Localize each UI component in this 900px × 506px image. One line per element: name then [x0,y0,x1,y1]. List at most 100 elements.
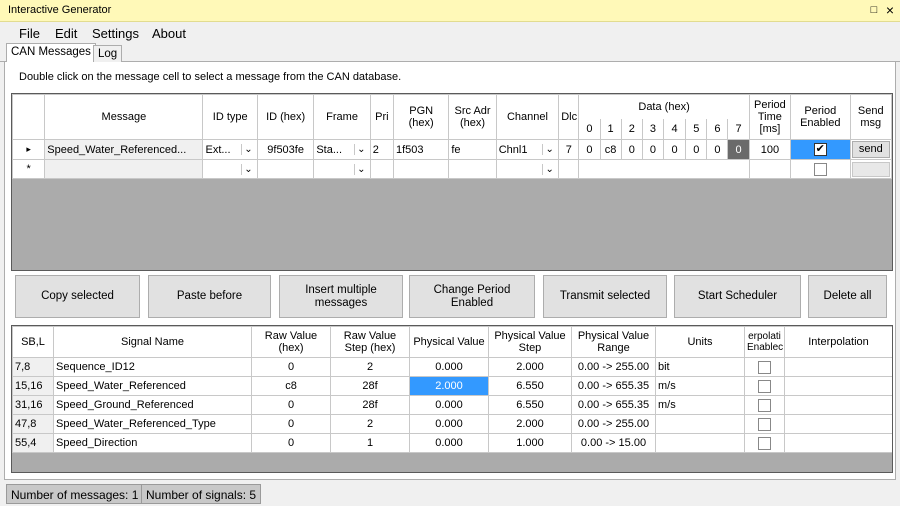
interpolation-enabled-checkbox[interactable] [758,398,771,412]
start-scheduler-button[interactable]: Start Scheduler [674,275,801,318]
chevron-down-icon[interactable]: ⌄ [353,143,368,155]
sbl-cell[interactable]: 15,16 [12,376,54,396]
signal-name-cell[interactable]: Speed_Ground_Referenced [53,395,252,415]
physical-value-range-cell[interactable]: 0.00 -> 655.35 [571,376,656,396]
col-message[interactable]: Message [44,94,204,140]
col-id-hex[interactable]: ID (hex) [256,94,315,140]
data-cell-6[interactable]: 0 [706,139,729,160]
data-cell-3[interactable]: 0 [641,139,665,160]
signal-name-cell[interactable]: Speed_Water_Referenced [53,376,252,396]
col-interpolation-enabled[interactable]: erpolati Enablec [744,326,785,358]
units-cell[interactable]: m/s [655,376,745,396]
new-pri-cell[interactable] [369,159,394,179]
raw-value-step-cell[interactable]: 28f [330,376,410,396]
chevron-down-icon[interactable]: ⌄ [542,143,556,155]
transmit-selected-button[interactable]: Transmit selected [543,275,667,318]
units-cell[interactable] [655,414,745,434]
sbl-cell[interactable]: 47,8 [12,414,54,434]
col-physical-value-step[interactable]: Physical Value Step [488,326,572,358]
data-cell-7[interactable]: 0 [727,139,750,160]
interpolation-enabled-cell[interactable] [744,357,785,377]
data-cell-0[interactable]: 0 [578,139,601,160]
new-pgn-cell[interactable] [392,159,450,179]
col-data-1[interactable]: 1 [599,118,622,140]
col-data[interactable]: Data (hex) [578,94,750,119]
change-period-enabled-button[interactable]: Change Period Enabled [409,275,535,318]
physical-value-cell[interactable]: 0.000 [409,357,489,377]
data-cell-5[interactable]: 0 [685,139,708,160]
signals-grid[interactable]: SB,L Signal Name Raw Value (hex) Raw Val… [11,325,893,473]
col-dlc[interactable]: Dlc [558,94,580,140]
physical-value-cell[interactable]: 2.000 [409,376,489,396]
new-period-time-cell[interactable] [748,159,792,179]
col-data-0[interactable]: 0 [578,118,601,140]
col-physical-value-range[interactable]: Physical Value Range [571,326,656,358]
raw-value-step-cell[interactable]: 2 [330,414,410,434]
signal-row[interactable]: 31,16 Speed_Ground_Referenced 0 28f 0.000 6.5… [12,395,892,415]
signal-name-cell[interactable]: Speed_Water_Referenced_Type [53,414,252,434]
raw-value-step-cell[interactable]: 28f [330,395,410,415]
data-cell-4[interactable]: 0 [662,139,687,160]
col-units[interactable]: Units [655,326,745,358]
signal-row[interactable]: 15,16 Speed_Water_Referenced c8 28f 2.000 6.5… [12,376,892,396]
new-id-hex-cell[interactable] [256,159,315,179]
new-message-cell[interactable] [44,159,204,179]
interpolation-cell[interactable] [784,395,892,415]
col-pgn[interactable]: PGN (hex) [392,94,450,140]
new-src-cell[interactable] [448,159,497,179]
raw-value-cell[interactable]: 0 [251,414,331,434]
restore-icon[interactable]: □ [866,2,882,18]
src-adr-cell[interactable]: fe [448,139,497,160]
interpolation-cell[interactable] [784,376,892,396]
id-hex-cell[interactable]: 9f503fe [256,139,315,160]
col-data-6[interactable]: 6 [706,118,729,140]
period-time-cell[interactable]: 100 [748,139,792,160]
physical-value-step-cell[interactable]: 6.550 [488,376,572,396]
new-period-enabled-checkbox[interactable] [813,162,827,176]
raw-value-step-cell[interactable]: 1 [330,433,410,453]
col-frame[interactable]: Frame [313,94,371,140]
chevron-down-icon[interactable]: ⌄ [353,163,368,175]
copy-selected-button[interactable]: Copy selected [15,275,140,318]
interpolation-cell[interactable] [784,433,892,453]
col-sbl[interactable]: SB,L [12,326,54,358]
col-physical-value[interactable]: Physical Value [409,326,489,358]
menu-file[interactable]: File [19,26,40,41]
units-cell[interactable] [655,433,745,453]
tab-can-messages[interactable]: CAN Messages [6,43,96,63]
col-period-enabled[interactable]: Period Enabled [790,94,851,140]
id-type-combo[interactable]: Ext... ⌄ [202,139,258,160]
message-cell[interactable]: Speed_Water_Referenced... [44,139,204,160]
paste-before-button[interactable]: Paste before [148,275,271,318]
raw-value-step-cell[interactable]: 2 [330,357,410,377]
chevron-down-icon[interactable]: ⌄ [240,163,255,175]
interpolation-enabled-cell[interactable] [744,414,785,434]
physical-value-step-cell[interactable]: 2.000 [488,357,572,377]
col-data-5[interactable]: 5 [685,118,708,140]
messages-grid[interactable]: Message ID type ID (hex) Frame Pri PGN (… [11,93,893,271]
col-raw-value-step[interactable]: Raw Value Step (hex) [330,326,410,358]
raw-value-cell[interactable]: 0 [251,433,331,453]
pri-cell[interactable]: 2 [369,139,394,160]
signal-name-cell[interactable]: Sequence_ID12 [53,357,252,377]
col-id-type[interactable]: ID type [202,94,258,140]
physical-value-range-cell[interactable]: 0.00 -> 655.35 [571,395,656,415]
sbl-cell[interactable]: 7,8 [12,357,54,377]
physical-value-step-cell[interactable]: 2.000 [488,414,572,434]
interpolation-enabled-cell[interactable] [744,376,785,396]
interpolation-enabled-cell[interactable] [744,433,785,453]
interpolation-cell[interactable] [784,357,892,377]
col-pri[interactable]: Pri [369,94,394,140]
new-send-button[interactable] [851,161,890,177]
interpolation-cell[interactable] [784,414,892,434]
physical-value-range-cell[interactable]: 0.00 -> 15.00 [571,433,656,453]
interpolation-enabled-checkbox[interactable] [758,436,771,450]
interpolation-enabled-checkbox[interactable] [758,360,771,374]
signal-name-cell[interactable]: Speed_Direction [53,433,252,453]
raw-value-cell[interactable]: c8 [251,376,331,396]
new-id-type-combo[interactable]: ⌄ [202,159,258,179]
dlc-cell[interactable]: 7 [558,139,580,160]
physical-value-range-cell[interactable]: 0.00 -> 255.00 [571,414,656,434]
channel-combo[interactable]: Chnl1 ⌄ [495,139,560,160]
physical-value-cell[interactable]: 0.000 [409,433,489,453]
